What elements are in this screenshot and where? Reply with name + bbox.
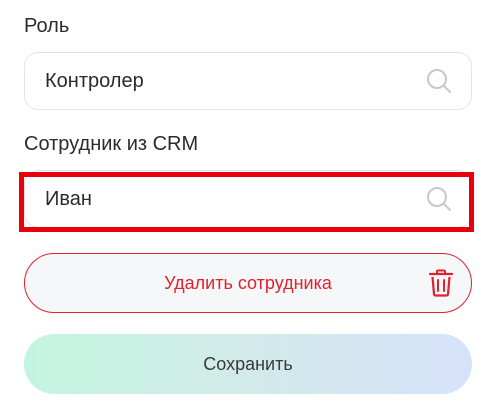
save-label: Сохранить xyxy=(203,353,293,374)
employee-field[interactable]: Иван xyxy=(24,170,472,228)
employee-value: Иван xyxy=(45,187,92,210)
employee-label: Сотрудник из CRM xyxy=(24,133,199,155)
delete-employee-button[interactable]: Удалить сотрудника xyxy=(24,253,472,313)
role-value: Контролер xyxy=(45,69,144,92)
trash-icon[interactable] xyxy=(427,268,455,298)
search-icon[interactable] xyxy=(425,185,453,213)
search-icon[interactable] xyxy=(425,67,453,95)
save-button[interactable]: Сохранить xyxy=(24,334,472,394)
delete-employee-label: Удалить сотрудника xyxy=(164,272,332,293)
role-label: Роль xyxy=(24,15,70,37)
role-field[interactable]: Контролер xyxy=(24,52,472,110)
